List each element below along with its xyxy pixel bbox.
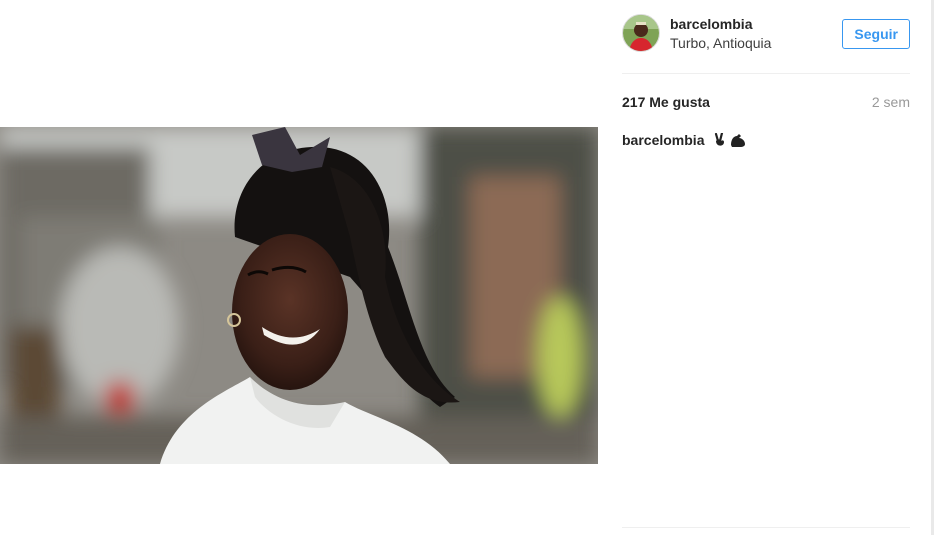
post-sidebar: barcelombia Turbo, Antioquia Seguir 217 …: [598, 0, 934, 535]
follow-button[interactable]: Seguir: [842, 19, 910, 49]
caption-username-link[interactable]: barcelombia: [622, 132, 704, 148]
location-link[interactable]: Turbo, Antioquia: [670, 35, 771, 51]
likes-count[interactable]: 217 Me gusta: [622, 94, 710, 110]
post-header: barcelombia Turbo, Antioquia Seguir: [622, 14, 910, 54]
caption: barcelombia: [622, 131, 910, 151]
victory-hand-icon: [715, 131, 725, 146]
flexed-biceps-icon: [731, 134, 746, 147]
username-link[interactable]: barcelombia: [670, 16, 752, 32]
header-divider: [622, 73, 910, 74]
comment-divider: [622, 527, 910, 528]
avatar-image: [623, 15, 659, 51]
post-photo[interactable]: [0, 127, 598, 464]
caption-emojis: [714, 131, 746, 151]
likes-row: 217 Me gusta 2 sem: [622, 94, 910, 112]
avatar[interactable]: [622, 14, 660, 52]
photo-pane: [0, 0, 598, 535]
post-age[interactable]: 2 sem: [872, 94, 910, 110]
